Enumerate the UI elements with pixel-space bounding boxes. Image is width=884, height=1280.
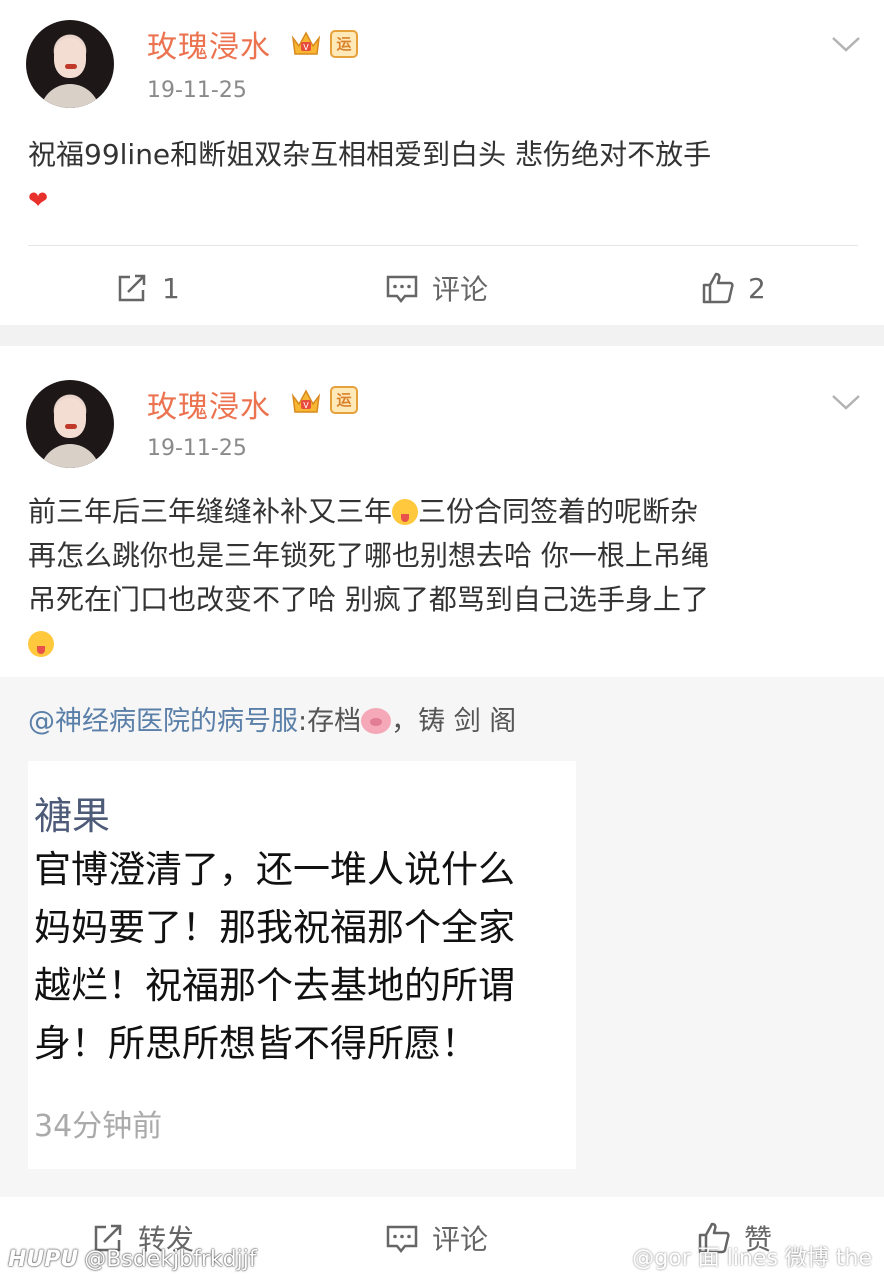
post-text-body: 祝福99line和断姐双杂互相相爱到白头 悲伤绝对不放手 (28, 138, 712, 171)
watermark-left: HUPU @Bsdekjbfrkdjjf (8, 1247, 257, 1272)
username[interactable]: 玫瑰浸水 (147, 382, 271, 426)
chevron-down-icon[interactable] (830, 392, 862, 412)
image-text: 官博澄清了，还一堆人说什么 妈妈要了！那我祝福那个全家 越烂！祝福那个去基地的所… (34, 841, 576, 1073)
watermark-right: @gor 面 lines 微博 the (632, 1246, 872, 1271)
repost-suffix: ，铸 剑 阁 (391, 706, 517, 737)
avatar[interactable] (26, 20, 114, 108)
hupu-logo: HUPU (8, 1247, 79, 1272)
post-text-line-1a: 前三年后三年缝缝补补又三年 (28, 495, 393, 528)
tongue-emoji-icon (392, 499, 419, 525)
divider (28, 245, 858, 246)
image-text-line: 妈妈要了！那我祝福那个全家 (34, 906, 515, 949)
badge-icon: 运 (330, 30, 358, 58)
svg-text:V: V (303, 43, 309, 52)
image-text-line: 越烂！祝福那个去基地的所谓 (34, 964, 515, 1007)
mention-link[interactable]: @神经病医院的病号服 (28, 706, 298, 737)
repost-text: :存档 (298, 706, 362, 737)
chevron-down-icon[interactable] (830, 34, 862, 54)
heart-icon: ❤ (28, 186, 49, 214)
image-author-name: 禟果 (34, 794, 111, 838)
action-bar: 1 评论 2 (0, 258, 884, 318)
post-text-line-2: 再怎么跳你也是三年锁死了哪也别想去哈 你一根上吊绳 (28, 539, 709, 572)
post-text-line-1b: 三份合同签着的呢断杂 (418, 495, 699, 528)
image-text-line: 身！所思所想皆不得所愿！ (34, 1022, 478, 1065)
image-text-line: 官博澄清了，还一堆人说什么 (34, 848, 515, 891)
comment-button[interactable]: 评论 (384, 1208, 488, 1268)
badge-icon: 运 (330, 386, 358, 414)
reposted-content[interactable]: @神经病医院的病号服:存档 ，铸 剑 阁 禟果 官博澄清了，还一堆人说什么 妈妈要… (0, 677, 884, 1197)
like-count: 2 (748, 271, 766, 305)
weibo-post-2: 玫瑰浸水 V 运 19-11-25 前三年后三年缝缝补补又三年 三份合同签着的呢断… (0, 346, 884, 1280)
comment-icon (386, 275, 418, 304)
pig-emoji-icon (361, 708, 392, 734)
vip-crown-icon: V (291, 31, 321, 55)
repost-header: @神经病医院的病号服:存档 ，铸 剑 阁 (28, 699, 516, 738)
post-date: 19-11-25 (147, 78, 247, 103)
post-text-line-3: 吊死在门口也改变不了哈 别疯了都骂到自己选手身上了 (28, 583, 709, 616)
repost-button[interactable]: 1 (114, 258, 180, 318)
post-text: 前三年后三年缝缝补补又三年 三份合同签着的呢断杂 再怎么跳你也是三年锁死了哪也别想… (28, 490, 858, 666)
comment-label: 评论 (432, 1223, 489, 1256)
post-text: 祝福99line和断姐双杂互相相爱到白头 悲伤绝对不放手 ❤ (28, 133, 858, 222)
like-button[interactable]: 2 (700, 258, 766, 318)
attached-image[interactable]: 禟果 官博澄清了，还一堆人说什么 妈妈要了！那我祝福那个全家 越烂！祝福那个去基… (28, 761, 576, 1169)
thumbs-up-icon (702, 272, 734, 304)
comment-icon (386, 1225, 418, 1254)
avatar[interactable] (26, 380, 114, 468)
post-separator (0, 325, 884, 346)
repost-count: 1 (162, 271, 180, 305)
svg-text:V: V (303, 401, 309, 410)
vip-crown-icon: V (291, 389, 321, 413)
image-timestamp: 34分钟前 (34, 1109, 163, 1144)
comment-label: 评论 (432, 273, 489, 306)
watermark-user: @Bsdekjbfrkdjjf (84, 1247, 257, 1272)
repost-icon (118, 274, 146, 302)
comment-button[interactable]: 评论 (384, 258, 488, 318)
tongue-emoji-icon (28, 631, 54, 657)
username[interactable]: 玫瑰浸水 (147, 22, 271, 66)
weibo-post-1: 玫瑰浸水 V 运 19-11-25 祝福99line和断姐双杂互相相爱到白头 悲… (0, 0, 884, 325)
post-date: 19-11-25 (147, 436, 247, 461)
